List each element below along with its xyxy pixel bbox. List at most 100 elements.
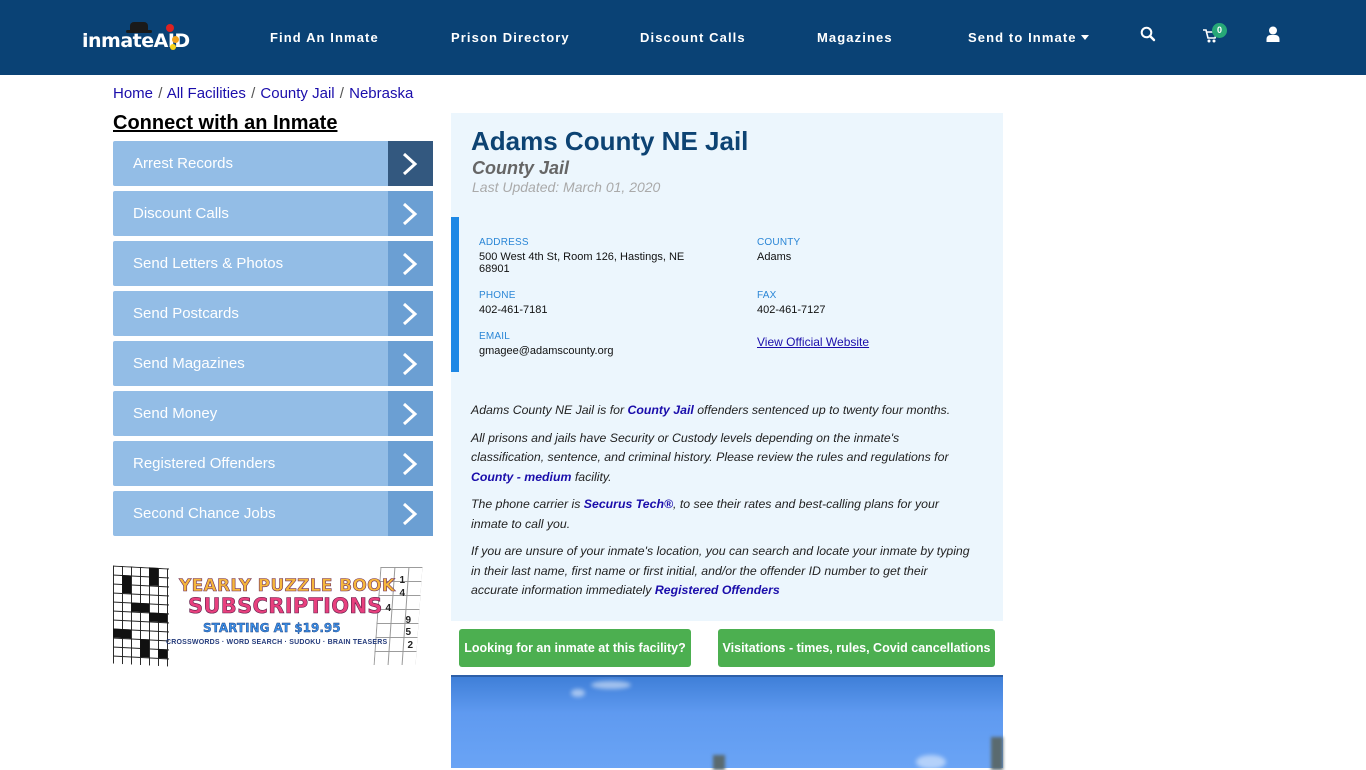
text: All prisons and jails have Security or C… [471, 430, 949, 465]
sidebar-item-label: Send Magazines [133, 355, 245, 372]
breadcrumb-separator: / [339, 85, 344, 102]
nav-prison-directory[interactable]: Prison Directory [451, 30, 570, 45]
crossword-grid-graphic [113, 565, 169, 667]
ad-price: STARTING AT $19.95 [203, 621, 341, 635]
county-label: COUNTY [757, 237, 801, 248]
hat-brim-icon [126, 30, 152, 33]
sidebar-item-label: Registered Offenders [133, 455, 276, 472]
top-navigation-bar: inmateAID Find An Inmate Prison Director… [0, 0, 1366, 75]
sidebar-item-send-magazines[interactable]: Send Magazines [113, 341, 433, 386]
description-paragraph: If you are unsure of your inmate's locat… [471, 542, 971, 601]
sudoku-number: 5 [405, 627, 411, 638]
ad-headline: YEARLY PUZZLE BOOK [179, 576, 396, 597]
visitations-button[interactable]: Visitations - times, rules, Covid cancel… [718, 629, 995, 667]
email-field: EMAIL gmagee@adamscounty.org [479, 331, 613, 357]
sidebar-item-label: Send Letters & Photos [133, 255, 284, 272]
nav-send-to-inmate-label: Send to Inmate [968, 30, 1077, 45]
facility-info-panel: Adams County NE Jail County Jail Last Up… [451, 113, 1003, 621]
email-label: EMAIL [479, 331, 511, 342]
county-field: COUNTY Adams [757, 237, 800, 263]
address-label: ADDRESS [479, 237, 529, 248]
sidebar-item-label: Send Postcards [133, 305, 239, 322]
sidebar-item-arrest-records[interactable]: Arrest Records [113, 141, 433, 186]
chevron-right-icon [388, 141, 433, 186]
fax-label: FAX [757, 290, 777, 301]
sidebar-item-label: Discount Calls [133, 205, 229, 222]
description-paragraph: Adams County NE Jail is for County Jail … [471, 401, 971, 421]
breadcrumb-county-jail[interactable]: County Jail [260, 85, 334, 102]
chevron-right-icon [388, 341, 433, 386]
sidebar-item-second-chance-jobs[interactable]: Second Chance Jobs [113, 491, 433, 536]
nav-discount-calls[interactable]: Discount Calls [640, 30, 746, 45]
autumn-leaf-icon [166, 24, 174, 32]
breadcrumb-home[interactable]: Home [113, 85, 153, 102]
sidebar-item-label: Send Money [133, 405, 218, 422]
address-field: ADDRESS 500 West 4th St, Room 126, Hasti… [479, 237, 709, 275]
cart-count-badge: 0 [1212, 23, 1227, 38]
sidebar-item-send-letters-photos[interactable]: Send Letters & Photos [113, 241, 433, 286]
ad-subheadline: SUBSCRIPTIONS [188, 594, 383, 619]
county-jail-link[interactable]: County Jail [628, 403, 694, 417]
text: offenders sentenced up to twenty four mo… [693, 403, 951, 417]
find-inmate-at-facility-button[interactable]: Looking for an inmate at this facility? [459, 629, 691, 667]
security-level-link[interactable]: County - medium [471, 470, 571, 484]
puzzle-book-ad-banner[interactable]: 1 4 4 9 5 2 YEARLY PUZZLE BOOK SUBSCRIPT… [113, 565, 423, 667]
phone-label: PHONE [479, 290, 516, 301]
sudoku-number: 4 [399, 588, 405, 599]
chevron-right-icon [388, 291, 433, 336]
inmateaid-logo[interactable]: inmateAID [82, 22, 190, 56]
ad-categories: CROSSWORDS · WORD SEARCH · SUDOKU · BRAI… [166, 639, 388, 646]
autumn-leaf-icon [172, 36, 179, 43]
sidebar-item-send-postcards[interactable]: Send Postcards [113, 291, 433, 336]
last-updated: Last Updated: March 01, 2020 [472, 179, 661, 195]
chevron-right-icon [388, 491, 433, 536]
fax-value: 402-461-7127 [757, 304, 826, 316]
breadcrumb-separator: / [158, 85, 163, 102]
fax-field: FAX 402-461-7127 [757, 290, 826, 316]
chevron-right-icon [388, 441, 433, 486]
text: Adams County NE Jail is for [471, 403, 628, 417]
nav-find-an-inmate[interactable]: Find An Inmate [270, 30, 379, 45]
description-paragraph: The phone carrier is Securus Tech®, to s… [471, 495, 971, 534]
user-icon[interactable] [1266, 26, 1286, 46]
registered-offenders-link[interactable]: Registered Offenders [655, 583, 780, 597]
sudoku-number: 9 [405, 615, 411, 626]
official-website-link[interactable]: View Official Website [757, 335, 869, 349]
phone-field: PHONE 402-461-7181 [479, 290, 548, 316]
address-value: 500 West 4th St, Room 126, Hastings, NE … [479, 251, 685, 275]
contact-info-box: ADDRESS 500 West 4th St, Room 126, Hasti… [451, 217, 1003, 372]
facility-name: Adams County NE Jail [471, 126, 749, 156]
facility-photo [451, 675, 1003, 770]
chevron-right-icon [388, 191, 433, 236]
phone-value: 402-461-7181 [479, 304, 548, 316]
sudoku-number: 1 [399, 575, 405, 586]
breadcrumb: Home / All Facilities / County Jail / Ne… [113, 85, 413, 102]
breadcrumb-nebraska[interactable]: Nebraska [349, 85, 413, 102]
breadcrumb-separator: / [251, 85, 256, 102]
sudoku-number: 2 [407, 640, 413, 651]
county-value: Adams [757, 251, 792, 263]
caret-down-icon [1080, 35, 1089, 40]
website-field: View Official Website [757, 333, 869, 351]
description-paragraph: All prisons and jails have Security or C… [471, 429, 971, 488]
text: The phone carrier is [471, 497, 584, 511]
facility-description: Adams County NE Jail is for County Jail … [471, 401, 971, 609]
chevron-right-icon [388, 391, 433, 436]
breadcrumb-all-facilities[interactable]: All Facilities [167, 85, 246, 102]
sidebar-title: Connect with an Inmate [113, 112, 338, 134]
chevron-right-icon [388, 241, 433, 286]
sidebar-item-registered-offenders[interactable]: Registered Offenders [113, 441, 433, 486]
text: facility. [571, 469, 612, 484]
search-icon[interactable] [1140, 26, 1160, 46]
sidebar-item-send-money[interactable]: Send Money [113, 391, 433, 436]
sidebar-menu: Arrest Records Discount Calls Send Lette… [113, 141, 433, 541]
phone-carrier-link[interactable]: Securus Tech® [584, 497, 673, 511]
sidebar-item-discount-calls[interactable]: Discount Calls [113, 191, 433, 236]
nav-send-to-inmate[interactable]: Send to Inmate [968, 30, 1089, 45]
autumn-leaf-icon [170, 44, 176, 50]
nav-magazines[interactable]: Magazines [817, 30, 893, 45]
email-value: gmagee@adamscounty.org [479, 345, 614, 357]
sudoku-number: 4 [385, 603, 391, 614]
sidebar-item-label: Second Chance Jobs [133, 505, 276, 522]
sidebar-item-label: Arrest Records [133, 155, 234, 172]
